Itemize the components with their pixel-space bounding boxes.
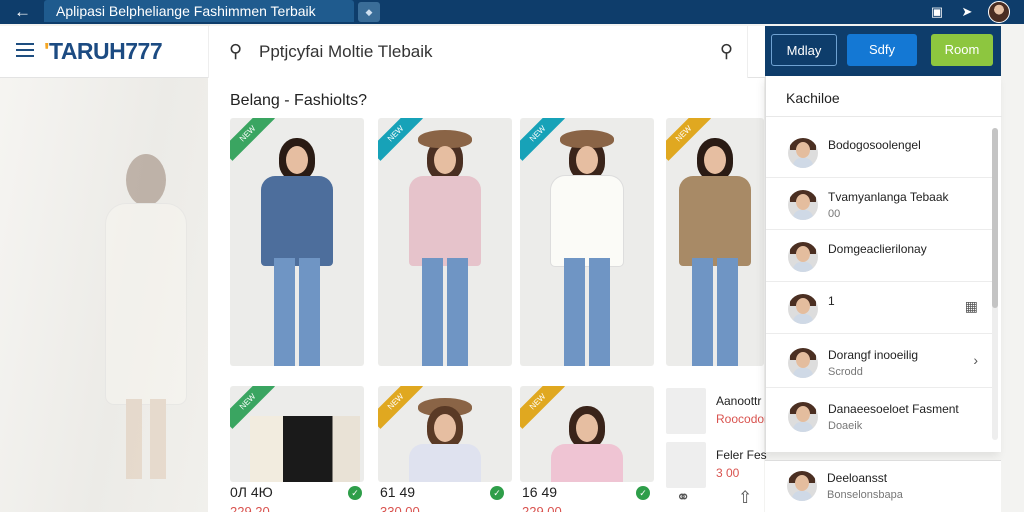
section-title: Belang - Fashiolts? xyxy=(230,92,367,109)
item-name: Deeloansst xyxy=(827,471,888,485)
search-submit-icon[interactable]: ⚲ xyxy=(720,41,733,62)
action-button-2[interactable]: Sdfy xyxy=(847,34,917,66)
product-image xyxy=(666,118,764,366)
product-card[interactable]: NEW xyxy=(520,118,654,366)
avatar xyxy=(787,471,817,501)
price-block: 61 49 ✓ 330 00 xyxy=(380,484,514,512)
avatar xyxy=(788,348,818,378)
product-image xyxy=(378,118,512,366)
price-block: 16 49 ✓ 229 00 xyxy=(522,484,656,512)
side-panel: Kachiloe Bodogosoolengel Tvamyanlanga Te… xyxy=(765,76,1002,452)
item-name: Domgeaclierilonay xyxy=(828,242,927,256)
price: 61 49 xyxy=(380,484,416,500)
back-arrow-icon[interactable]: ← xyxy=(14,2,36,22)
panel-list-item[interactable]: 1 ▦ xyxy=(766,284,996,334)
product-grid: Belang - Fashiolts? NEW NEW NEW NEW NEW xyxy=(208,78,768,512)
search-bar[interactable]: ⚲ Pptjcyfai Moltie Tlebaik ⚲ xyxy=(208,26,748,78)
list-item-title: Feler Fes xyxy=(716,448,767,462)
search-icon: ⚲ xyxy=(229,41,243,61)
action-button-3[interactable]: Room xyxy=(931,34,993,66)
product-card[interactable]: NEW xyxy=(230,386,364,482)
old-price: 330 00 xyxy=(380,504,420,512)
panel-list-item[interactable]: Deeloansst Bonselonsbapa xyxy=(765,460,1001,512)
list-item-price: Roocodor xyxy=(716,412,769,426)
divider xyxy=(766,116,1002,117)
avatar xyxy=(788,138,818,168)
product-image xyxy=(520,386,654,482)
product-card[interactable]: NEW xyxy=(378,386,512,482)
list-item-image xyxy=(666,442,706,488)
product-card[interactable]: NEW xyxy=(230,118,364,366)
price-block: 0Л 4Ю ✓ 229 20 xyxy=(230,484,364,512)
avatar xyxy=(788,402,818,432)
new-tab-button[interactable]: ◆ xyxy=(358,2,380,22)
panel-list-item[interactable]: Domgeaclierilonay xyxy=(766,232,996,282)
avatar xyxy=(788,294,818,324)
check-icon: ✓ xyxy=(490,486,504,500)
avatar xyxy=(788,242,818,272)
share-icon[interactable]: ⇧ xyxy=(738,488,752,508)
item-name: Tvamyanlanga Tebaak xyxy=(828,190,949,204)
feedback-icon[interactable]: ⚭ xyxy=(676,488,690,508)
old-price: 229 20 xyxy=(230,504,270,512)
item-name: Dorangf inooeilig xyxy=(828,348,919,362)
hamburger-menu-icon[interactable] xyxy=(16,43,34,57)
old-price: 229 00 xyxy=(522,504,562,512)
panel-list-item[interactable]: Danaeesoeloet Fasment Doaeik xyxy=(766,392,996,442)
panel-title: Kachiloe xyxy=(786,90,840,106)
product-image xyxy=(520,118,654,366)
tab-title: Aplipasi Belpheliange Fashimmen Terbaik xyxy=(56,3,316,19)
list-item-price: 3 00 xyxy=(716,466,740,480)
list-item-title: Aanoottr xyxy=(716,394,762,408)
item-subtext: Bonselonsbapa xyxy=(827,489,903,501)
item-subtext: Scrodd xyxy=(828,366,863,378)
item-subtext: 00 xyxy=(828,208,841,220)
product-image xyxy=(230,118,364,366)
brand-logo[interactable]: 'TARUH777 xyxy=(44,38,163,65)
check-icon: ✓ xyxy=(636,486,650,500)
product-card[interactable]: NEW xyxy=(520,386,654,482)
avatar xyxy=(788,190,818,220)
item-name: Bodogosoolengel xyxy=(828,138,921,152)
window-icon[interactable]: ▣ xyxy=(928,3,946,21)
panel-list-item-inner: Deeloansst Bonselonsbapa xyxy=(765,461,995,511)
hero-background xyxy=(0,24,210,512)
panel-list-item[interactable]: Tvamyanlanga Tebaak 00 xyxy=(766,180,996,230)
panel-list-item[interactable]: Bodogosoolengel xyxy=(766,128,996,178)
search-input[interactable]: Pptjcyfai Moltie Tlebaik xyxy=(259,42,433,62)
item-name: 1 xyxy=(828,294,835,308)
price: 0Л 4Ю xyxy=(230,484,273,500)
browser-bar: ← Aplipasi Belpheliange Fashimmen Terbai… xyxy=(0,0,1024,24)
check-icon: ✓ xyxy=(348,486,362,500)
action-button-1[interactable]: Mdlay xyxy=(771,34,837,66)
list-item[interactable]: Aanoottr Roocodor xyxy=(666,388,768,438)
pin-icon[interactable]: ➤ xyxy=(958,3,976,21)
hero-model-image xyxy=(96,154,196,484)
calculator-icon[interactable]: ▦ xyxy=(965,298,978,315)
product-image xyxy=(250,416,360,482)
price: 16 49 xyxy=(522,484,558,500)
product-image xyxy=(378,386,512,482)
panel-scrollbar[interactable] xyxy=(992,128,998,440)
list-item-image xyxy=(666,388,706,434)
panel-list-item[interactable]: Dorangf inooeilig Scrodd › xyxy=(766,338,996,388)
list-item[interactable]: Feler Fes 3 00 xyxy=(666,442,767,492)
profile-avatar[interactable] xyxy=(988,1,1010,23)
product-card[interactable]: NEW xyxy=(666,118,764,366)
product-card[interactable]: NEW xyxy=(378,118,512,366)
item-name: Danaeesoeloet Fasment xyxy=(828,402,959,416)
chevron-right-icon[interactable]: › xyxy=(973,352,978,368)
header-actions: Mdlay Sdfy Room xyxy=(765,26,1001,76)
item-subtext: Doaeik xyxy=(828,420,863,432)
